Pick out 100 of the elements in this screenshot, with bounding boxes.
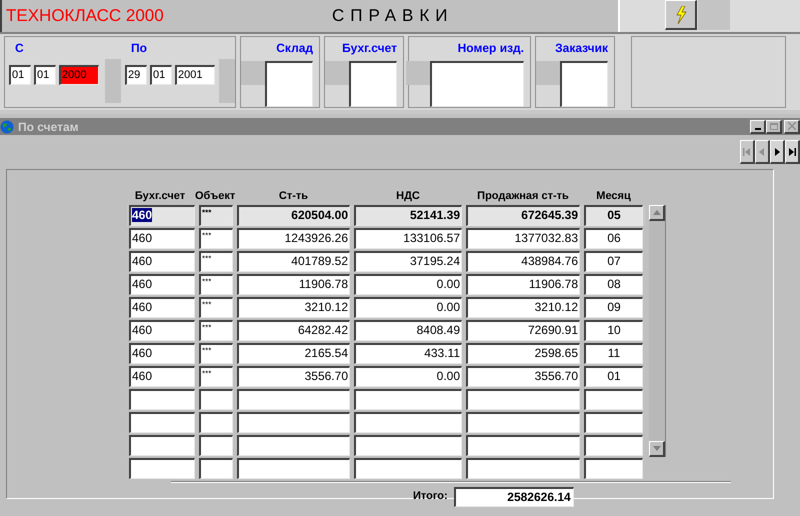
window-title: По счетам bbox=[18, 118, 80, 136]
minimize-icon bbox=[754, 128, 760, 130]
date-label: С bbox=[15, 40, 25, 57]
run-button[interactable] bbox=[665, 0, 697, 30]
column-header: Ст-ть bbox=[278, 189, 310, 204]
table-cell: 1243926.26 bbox=[237, 228, 350, 248]
date-field[interactable]: 2001 bbox=[175, 65, 215, 85]
column-header: Объект bbox=[195, 189, 233, 204]
table-cell: 11 bbox=[584, 342, 643, 364]
skip-back-icon bbox=[742, 146, 752, 158]
table-cell: 3556.70 bbox=[237, 366, 350, 386]
table-cell bbox=[199, 412, 233, 432]
table-cell bbox=[199, 458, 233, 478]
table-cell: *** bbox=[199, 204, 233, 226]
column-header: Продажная ст-ть bbox=[476, 189, 570, 204]
table-cell: 433.11 bbox=[354, 342, 462, 364]
table-cell: 09 bbox=[584, 296, 643, 318]
date-field[interactable]: 01 bbox=[9, 65, 31, 85]
maximize-icon bbox=[770, 122, 778, 130]
table-cell: *** bbox=[199, 250, 233, 272]
total-field: 2582626.14 bbox=[454, 486, 574, 506]
nav-button[interactable] bbox=[770, 140, 785, 164]
table-cell: 06 bbox=[584, 228, 643, 248]
table-cell: 438984.76 bbox=[466, 250, 580, 272]
table-cell: 460 bbox=[129, 228, 195, 248]
table-cell: 460 bbox=[129, 342, 195, 364]
app-title: СПРАВКИ bbox=[332, 5, 454, 28]
date-field[interactable]: 01 bbox=[150, 65, 172, 85]
table-cell: 0.00 bbox=[354, 274, 462, 294]
table-cell bbox=[584, 388, 643, 410]
nav-button[interactable] bbox=[785, 140, 800, 164]
filter-field[interactable] bbox=[430, 61, 524, 107]
date-field[interactable]: 2000 bbox=[59, 65, 99, 85]
minimize-button[interactable] bbox=[750, 120, 766, 134]
table-cell: *** bbox=[199, 228, 233, 248]
spacer-block bbox=[325, 61, 349, 85]
table-cell bbox=[199, 434, 233, 456]
table-cell: *** bbox=[199, 342, 233, 364]
table-cell: 460 bbox=[129, 320, 195, 340]
table-cell: 0.00 bbox=[354, 366, 462, 386]
lightning-icon bbox=[674, 6, 686, 24]
table-cell: 08 bbox=[584, 274, 643, 294]
table-row[interactable]: 460 *** 1243926.26 133106.57 1377032.83 06 bbox=[127, 228, 645, 248]
table-cell: 3556.70 bbox=[466, 366, 580, 386]
table-row[interactable]: 460 *** 11906.78 0.00 11906.78 08 bbox=[127, 274, 645, 294]
filter-label: Заказчик bbox=[555, 40, 608, 57]
date-label: По bbox=[131, 40, 148, 57]
spacer-block bbox=[536, 61, 560, 85]
close-button[interactable] bbox=[784, 120, 800, 134]
table-cell: 1377032.83 bbox=[466, 228, 580, 248]
spacer-block bbox=[219, 59, 235, 103]
table-row[interactable]: 460 *** 401789.52 37195.24 438984.76 07 bbox=[127, 250, 645, 272]
table-cell: 133106.57 bbox=[354, 228, 462, 248]
table-row[interactable]: 460 *** 620504.00 52141.39 672645.39 05 bbox=[127, 204, 645, 226]
table-cell bbox=[129, 458, 195, 478]
table-row[interactable]: 460 *** 64282.42 8408.49 72690.91 10 bbox=[127, 320, 645, 340]
header-segment bbox=[698, 0, 730, 30]
spacer-block bbox=[105, 59, 121, 103]
table-cell: 2598.65 bbox=[466, 342, 580, 364]
table-cell bbox=[129, 434, 195, 456]
table-row[interactable]: 460 *** 3210.12 0.00 3210.12 09 bbox=[127, 296, 645, 318]
table-cell: 11906.78 bbox=[237, 274, 350, 294]
filter-field[interactable] bbox=[265, 61, 313, 107]
scroll-down-icon bbox=[652, 446, 660, 450]
brand-title: ТЕХНОКЛАСС 2000 bbox=[5, 5, 165, 28]
table-cell: 11906.78 bbox=[466, 274, 580, 294]
table-cell: 3210.12 bbox=[237, 296, 350, 318]
table-cell: *** bbox=[199, 296, 233, 318]
table-cell: 672645.39 bbox=[466, 204, 580, 226]
table-cell: 460 bbox=[129, 274, 195, 294]
scrollbar[interactable] bbox=[649, 204, 666, 456]
table-cell: 2165.54 bbox=[237, 342, 350, 364]
table-cell: *** bbox=[199, 366, 233, 386]
table-row[interactable]: 460 *** 2165.54 433.11 2598.65 11 bbox=[127, 342, 645, 364]
table-cell: 0.00 bbox=[354, 296, 462, 318]
maximize-button[interactable] bbox=[766, 120, 782, 134]
table-cell bbox=[584, 434, 643, 456]
table-cell: *** bbox=[199, 274, 233, 294]
table-cell: *** bbox=[199, 320, 233, 340]
scroll-up-icon bbox=[652, 210, 660, 214]
table-cell: 8408.49 bbox=[354, 320, 462, 340]
table-cell: 37195.24 bbox=[354, 250, 462, 272]
table-row[interactable]: 460 *** 3556.70 0.00 3556.70 01 bbox=[127, 366, 645, 386]
table-cell: 401789.52 bbox=[237, 250, 350, 272]
date-field[interactable]: 29 bbox=[125, 65, 147, 85]
table-cell bbox=[584, 412, 643, 432]
table-cell: 3210.12 bbox=[466, 296, 580, 318]
table-cell: 01 bbox=[584, 366, 643, 386]
table-cell: 10 bbox=[584, 320, 643, 340]
date-field[interactable]: 01 bbox=[34, 65, 56, 85]
table-cell bbox=[584, 458, 643, 478]
table-cell bbox=[199, 388, 233, 410]
table-cell: 05 bbox=[584, 204, 643, 226]
filter-field[interactable] bbox=[560, 61, 608, 107]
table-cell: 07 bbox=[584, 250, 643, 272]
triangle-left-icon bbox=[757, 146, 767, 158]
filter-field[interactable] bbox=[349, 61, 397, 107]
globe-icon bbox=[0, 120, 14, 134]
filter-label: Номер изд. bbox=[458, 40, 524, 57]
filter-label: Бухг.счет bbox=[342, 40, 397, 57]
